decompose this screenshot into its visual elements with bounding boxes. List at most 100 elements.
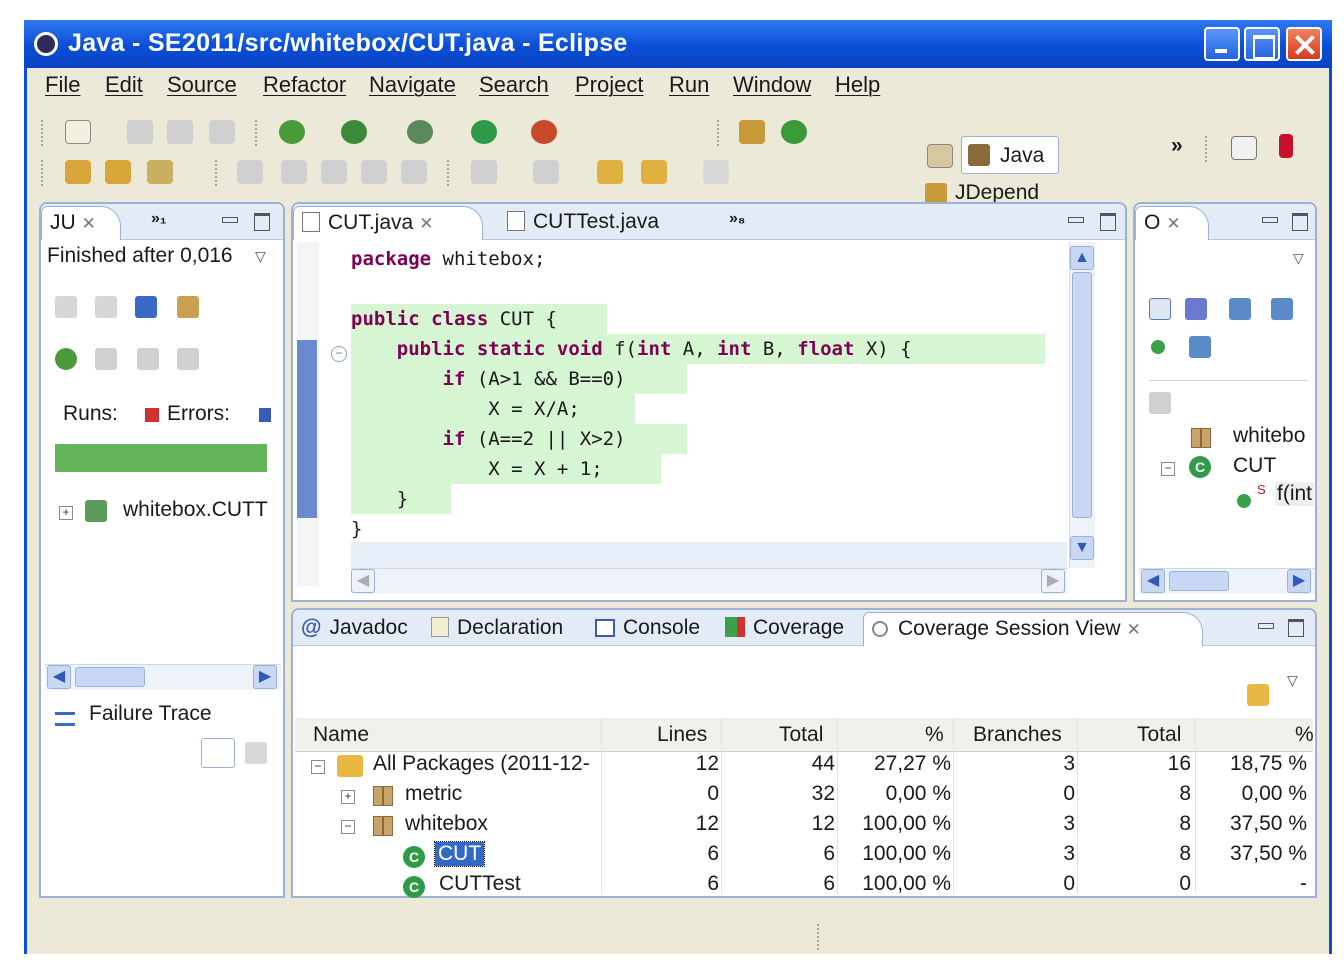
- expand-icon[interactable]: +: [341, 790, 355, 804]
- close-tab-icon[interactable]: ✕: [82, 214, 96, 233]
- scroll-right-icon[interactable]: ▶: [1287, 569, 1311, 593]
- menu-run[interactable]: Run: [669, 72, 709, 98]
- junit-overflow[interactable]: »₁: [143, 206, 175, 240]
- code-line-5[interactable]: if (A>1 && B==0): [351, 364, 626, 394]
- code-line-8[interactable]: X = X + 1;: [351, 454, 602, 484]
- junit-hscroll[interactable]: ◀ ▶: [45, 664, 281, 690]
- menu-search[interactable]: Search: [479, 72, 549, 98]
- scroll-lock-icon[interactable]: [177, 296, 199, 318]
- outline-item-package[interactable]: whitebo: [1233, 424, 1305, 448]
- open-folder-icon[interactable]: [105, 160, 131, 184]
- new-class-icon[interactable]: [781, 120, 807, 144]
- scroll-thumb[interactable]: [75, 667, 145, 687]
- table-row[interactable]: C CUT 6 6 100,00 % 3 8 37,50 %: [295, 841, 1313, 872]
- maximize-view-icon[interactable]: [1099, 212, 1117, 231]
- view-menu-icon[interactable]: ▽: [1293, 250, 1304, 267]
- menu-help[interactable]: Help: [835, 72, 880, 98]
- scroll-thumb[interactable]: [1169, 571, 1229, 591]
- show-failures-only-icon[interactable]: [135, 296, 157, 318]
- close-button[interactable]: [1286, 27, 1322, 61]
- menu-navigate[interactable]: Navigate: [369, 72, 456, 98]
- hide-nonpublic-icon[interactable]: [1151, 340, 1165, 354]
- new-package-icon[interactable]: [739, 120, 765, 144]
- print-icon[interactable]: [209, 120, 235, 144]
- minimize-view-icon[interactable]: [1257, 618, 1275, 634]
- search-pencil-icon[interactable]: [147, 160, 173, 184]
- open-session-icon[interactable]: [1247, 684, 1269, 706]
- run-icon[interactable]: [471, 120, 497, 144]
- tab-coverage-session-view[interactable]: Coverage Session View ✕: [863, 612, 1203, 646]
- save-icon[interactable]: [127, 120, 153, 144]
- col-percent[interactable]: %: [925, 723, 944, 747]
- hide-local-types-icon[interactable]: [1189, 336, 1211, 358]
- editor-hscroll[interactable]: ◀ ▶: [351, 568, 1067, 594]
- col-branch-total[interactable]: Total: [1137, 723, 1181, 747]
- prev-failure-icon[interactable]: [95, 296, 117, 318]
- rerun-icon[interactable]: [55, 348, 77, 370]
- perspective-overflow[interactable]: »: [1171, 134, 1183, 158]
- table-row[interactable]: C CUTTest 6 6 100,00 % 0 0 -: [295, 872, 1313, 902]
- maximize-button[interactable]: [1244, 27, 1280, 61]
- col-name[interactable]: Name: [313, 723, 369, 747]
- code-line-10[interactable]: }: [351, 514, 362, 544]
- debug-bug-icon[interactable]: [407, 120, 433, 144]
- view-menu-icon[interactable]: ▽: [1287, 672, 1298, 689]
- last-edit-icon[interactable]: [597, 160, 623, 184]
- tab-outline[interactable]: O ✕: [1135, 206, 1209, 240]
- col-branches[interactable]: Branches: [973, 723, 1062, 747]
- table-row[interactable]: + metric 0 32 0,00 % 0 8 0,00 %: [295, 782, 1313, 812]
- outline-hscroll[interactable]: ◀ ▶: [1139, 568, 1315, 594]
- menu-project[interactable]: Project: [575, 72, 643, 98]
- code-line-9[interactable]: }: [351, 484, 408, 514]
- close-tab-icon[interactable]: ✕: [1127, 620, 1141, 639]
- red-flag-icon[interactable]: [1279, 134, 1293, 158]
- annotation-icon[interactable]: [237, 160, 263, 184]
- open-type-icon[interactable]: [65, 160, 91, 184]
- close-tab-icon[interactable]: ✕: [1166, 214, 1180, 233]
- col-total[interactable]: Total: [779, 723, 823, 747]
- save-all-icon[interactable]: [167, 120, 193, 144]
- editor-overflow[interactable]: »₈: [721, 206, 753, 240]
- maximize-view-icon[interactable]: [1287, 618, 1305, 637]
- block-selection-icon[interactable]: [361, 160, 387, 184]
- collapse-icon[interactable]: −: [311, 760, 325, 774]
- close-tab-icon[interactable]: ✕: [419, 214, 433, 233]
- view-menu-icon[interactable]: ▽: [255, 248, 266, 265]
- hide-static-icon[interactable]: [1271, 298, 1293, 320]
- compare-result-icon[interactable]: [245, 742, 267, 764]
- highlight-icon[interactable]: [281, 160, 307, 184]
- tab-declaration[interactable]: Declaration: [423, 612, 571, 646]
- next-annotation-icon[interactable]: [471, 160, 497, 184]
- code-line-1[interactable]: package whitebox;: [351, 244, 545, 274]
- tab-console[interactable]: Console: [587, 612, 708, 646]
- col-branch-percent[interactable]: %: [1295, 723, 1314, 747]
- scroll-left-icon[interactable]: ◀: [351, 569, 375, 593]
- col-lines[interactable]: Lines: [657, 723, 707, 747]
- fold-icon[interactable]: −: [331, 346, 347, 362]
- perspective-java-button[interactable]: Java: [961, 136, 1059, 174]
- next-failure-icon[interactable]: [55, 296, 77, 318]
- code-line-3[interactable]: public class CUT {: [351, 304, 557, 334]
- minimize-view-icon[interactable]: [1067, 212, 1085, 228]
- external-tools-icon[interactable]: [531, 120, 557, 144]
- sort-icon[interactable]: [1185, 298, 1207, 320]
- history-icon[interactable]: [177, 348, 199, 370]
- title-bar[interactable]: Java - SE2011/src/whitebox/CUT.java - Ec…: [24, 20, 1332, 68]
- scroll-up-icon[interactable]: ▲: [1070, 246, 1094, 270]
- collapse-icon[interactable]: −: [1161, 462, 1175, 476]
- minimize-view-icon[interactable]: [1261, 212, 1279, 228]
- tab-coverage[interactable]: Coverage: [717, 612, 852, 646]
- collapse-all-icon[interactable]: [1149, 298, 1171, 320]
- open-perspective-icon[interactable]: [927, 144, 953, 168]
- coverage-run-icon[interactable]: [341, 120, 367, 144]
- debug-icon[interactable]: [279, 120, 305, 144]
- table-row[interactable]: − All Packages (2011-12- 12 44 27,27 % 3…: [295, 752, 1313, 782]
- scroll-left-icon[interactable]: ◀: [1141, 569, 1165, 593]
- code-line-6[interactable]: X = X/A;: [351, 394, 580, 424]
- link-editor-icon[interactable]: [1149, 392, 1171, 414]
- expand-icon[interactable]: +: [59, 506, 73, 520]
- scroll-down-icon[interactable]: ▼: [1070, 536, 1094, 560]
- maximize-view-icon[interactable]: [1291, 212, 1309, 231]
- scroll-right-icon[interactable]: ▶: [253, 665, 277, 689]
- outline-item-method[interactable]: f(int: [1275, 482, 1315, 506]
